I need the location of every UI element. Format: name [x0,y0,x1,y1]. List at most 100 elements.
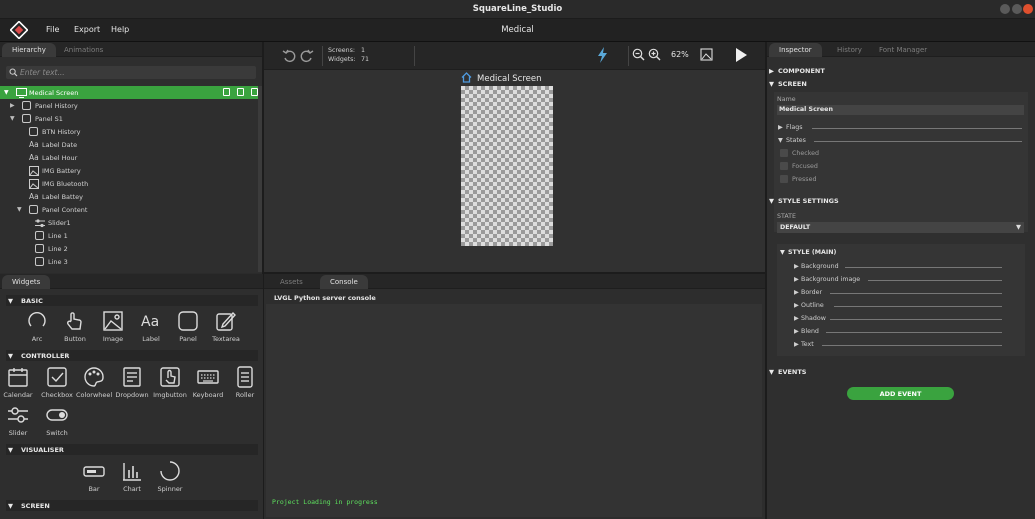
tree-item[interactable]: Line 2 [0,242,262,255]
duplicate-icon[interactable] [251,88,258,96]
widget-roller[interactable]: Roller [227,366,263,399]
expand-arrow-icon[interactable]: ▼ [17,206,22,213]
tree-item-label: Line 1 [48,232,68,240]
widget-label: Checkbox [41,391,73,399]
tab-inspector[interactable]: Inspector [769,43,822,57]
widget-arc[interactable]: Arc [19,310,55,343]
name-label: Name [777,96,796,103]
events-header[interactable]: ▼ EVENTS [769,366,1031,377]
screen-preview[interactable] [461,86,553,246]
menu-file[interactable]: File [46,25,59,34]
expand-arrow-icon[interactable]: ▼ [10,115,15,122]
bar-icon [83,466,105,477]
trash-icon[interactable] [223,88,230,96]
label-icon: Aa [29,140,39,149]
tree-item[interactable]: ▼ Panel Content [0,203,262,216]
tree-item[interactable]: ▼ Medical Screen [0,86,262,99]
play-icon[interactable] [735,48,747,62]
widget-keyboard[interactable]: Keyboard [190,366,226,399]
widget-checkbox[interactable]: Checkbox [39,366,75,399]
tree-item[interactable]: Line 1 [0,229,262,242]
close-button[interactable] [1023,4,1033,14]
tab-animations[interactable]: Animations [54,43,113,57]
tree-item[interactable]: Line 3 [0,255,262,268]
chart-icon [123,463,141,481]
tree-item-label: Panel Content [42,206,88,214]
section-visualiser[interactable]: ▼ VISUALISER [6,444,258,455]
widget-dropdown[interactable]: Dropdown [114,366,150,399]
widget-label: Roller [235,391,255,399]
widget-bar[interactable]: Bar [76,460,112,493]
section-screen[interactable]: ▼ SCREEN [6,500,258,511]
tree-item[interactable]: Aa Label Battey [0,190,262,203]
state-dropdown[interactable]: DEFAULT ▼ [777,222,1024,233]
widget-imgbutton[interactable]: Imgbutton [152,366,188,399]
zoom-level[interactable]: 62% [671,50,689,59]
colorwheel-icon [84,367,104,387]
zoom-out-icon[interactable] [632,48,645,61]
widget-label: Image [102,335,124,343]
tree-item-label: IMG Battery [42,167,81,175]
tree-item[interactable]: Aa Label Hour [0,151,262,164]
tree-item[interactable]: ▼ Panel S1 [0,112,262,125]
tab-hierarchy[interactable]: Hierarchy [2,43,56,57]
name-field[interactable]: Medical Screen [777,105,1024,115]
section-basic[interactable]: ▼ BASIC [6,295,258,306]
inspector-screen-header[interactable]: ▼ SCREEN [769,78,1031,89]
tree-item[interactable]: Slider1 [0,216,262,229]
widget-textarea[interactable]: Textarea [208,310,244,343]
widget-label[interactable]: Aa Label [133,310,169,343]
tab-assets[interactable]: Assets [270,275,313,289]
widget-calendar[interactable]: Calendar [0,366,36,399]
widget-spinner[interactable]: Spinner [152,460,188,493]
pressed-checkbox[interactable] [780,175,788,183]
console-output: Project Loading in progress [266,304,762,517]
widget-button[interactable]: Button [57,310,93,343]
menu-export[interactable]: Export [74,25,100,34]
menu-help[interactable]: Help [111,25,129,34]
zoom-in-icon[interactable] [648,48,661,61]
lock-icon[interactable] [237,88,244,96]
widget-slider[interactable]: Slider [0,404,36,437]
lightning-icon[interactable] [597,47,608,63]
checked-checkbox[interactable] [780,149,788,157]
inspector-component-header[interactable]: ▶ COMPONENT [769,65,1031,76]
widget-panel[interactable]: Panel [170,310,206,343]
add-event-button[interactable]: ADD EVENT [847,387,954,400]
undo-icon[interactable] [282,48,297,63]
style-item-line [833,306,1002,307]
tab-widgets[interactable]: Widgets [2,275,51,289]
tree-item[interactable]: IMG Bluetooth [0,177,262,190]
chevron-down-icon: ▼ [1016,223,1021,231]
panel-icon [178,311,198,331]
hierarchy-search-input[interactable]: Enter text... [6,66,256,79]
widget-colorwheel[interactable]: Colorwheel [76,366,112,399]
roller-icon [237,366,253,388]
tree-item[interactable]: Aa Label Date [0,138,262,151]
redo-icon[interactable] [299,48,314,63]
widget-label: Label [142,335,160,343]
tab-font-manager[interactable]: Font Manager [869,43,937,57]
expand-arrow-icon[interactable]: ▼ [4,89,9,96]
section-controller[interactable]: ▼ CONTROLLER [6,350,258,361]
tree-item[interactable]: BTN History [0,125,262,138]
widget-switch[interactable]: Switch [39,404,75,437]
collapse-arrow-icon[interactable]: ▶ [10,102,15,109]
panel-icon [35,244,44,253]
minimize-button[interactable] [1000,4,1010,14]
tree-item[interactable]: IMG Battery [0,164,262,177]
menu-bar: File Export Help Medical [0,19,1035,42]
style-settings-header[interactable]: ▼ STYLE SETTINGS [769,195,1031,206]
widget-chart[interactable]: Chart [114,460,150,493]
focused-checkbox[interactable] [780,162,788,170]
tree-item[interactable]: ▶ Panel History [0,99,262,112]
widget-label: Bar [88,485,100,493]
panel-icon [22,114,31,123]
tab-console[interactable]: Console [320,275,368,289]
tab-history[interactable]: History [827,43,872,57]
maximize-button[interactable] [1012,4,1022,14]
widget-image[interactable]: Image [95,310,131,343]
widget-label: Button [64,335,86,343]
fit-screen-icon[interactable] [700,48,713,61]
label-icon: Aa [29,192,39,201]
